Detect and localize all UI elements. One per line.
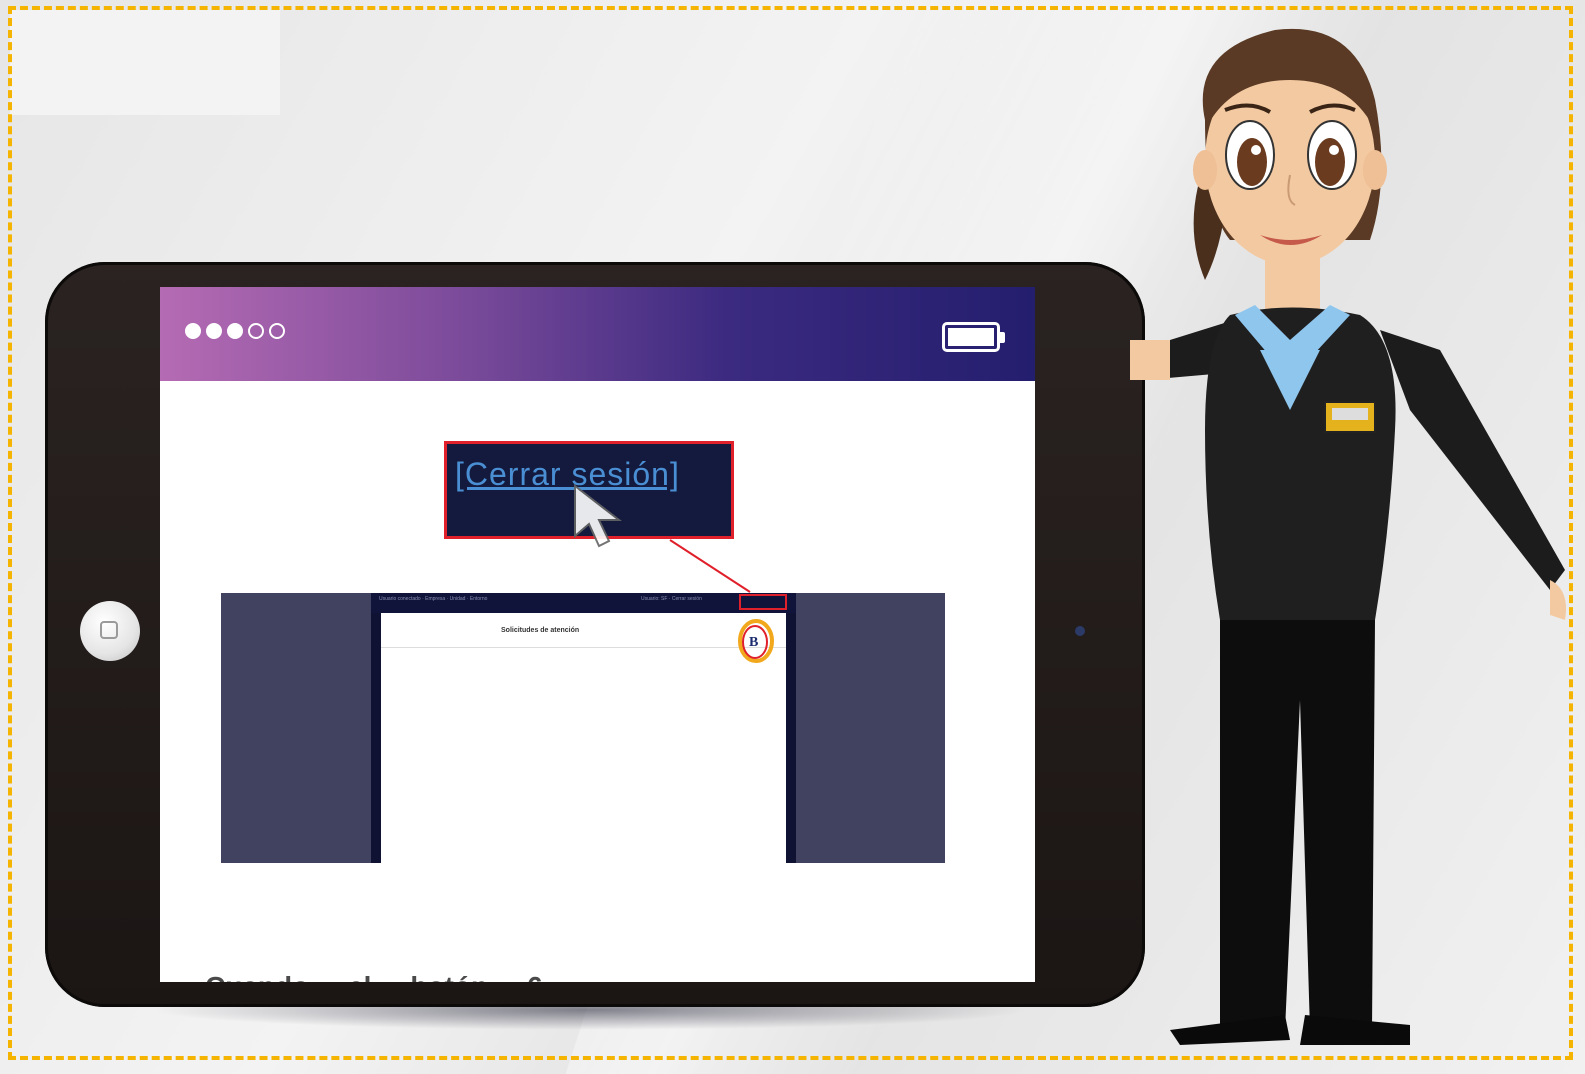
svg-text:B: B <box>749 635 758 650</box>
mouse-pointer-icon <box>574 484 622 548</box>
preview-topbar-right: Usuario: SF · Cerrar sesión <box>641 596 702 602</box>
signal-dots <box>185 323 285 339</box>
tablet-camera <box>1075 626 1085 636</box>
battery-icon <box>942 322 1005 352</box>
signal-dot <box>269 323 285 339</box>
signal-dot <box>248 323 264 339</box>
status-bar <box>160 287 1035 381</box>
zoomed-logout-callout: [Cerrar sesión] <box>444 441 734 548</box>
tablet-screen: [Cerrar sesión] Usuario conectado · Empr… <box>160 287 1035 982</box>
preview-title: Solicitudes de atención <box>501 627 580 634</box>
signal-dot <box>185 323 201 339</box>
preview-header: Solicitudes de atención <box>381 613 786 648</box>
preview-topbar-left: Usuario conectado · Empresa · Unidad · E… <box>379 596 488 602</box>
preview-logout-highlight <box>739 594 787 610</box>
background-panel <box>10 10 280 115</box>
signal-dot <box>206 323 222 339</box>
instruction-text: Cuando ... el ... botón ... 6 ... <box>205 971 574 982</box>
home-button-icon <box>100 621 118 639</box>
tablet-home-button[interactable] <box>80 601 140 661</box>
brand-logo: B <box>738 619 774 663</box>
presenter-character <box>1130 28 1566 1045</box>
screenshot-preview: Usuario conectado · Empresa · Unidad · E… <box>221 593 945 863</box>
preview-content: Solicitudes de atención B <box>381 613 786 863</box>
preview-topbar: Usuario conectado · Empresa · Unidad · E… <box>371 593 796 613</box>
signal-dot <box>227 323 243 339</box>
